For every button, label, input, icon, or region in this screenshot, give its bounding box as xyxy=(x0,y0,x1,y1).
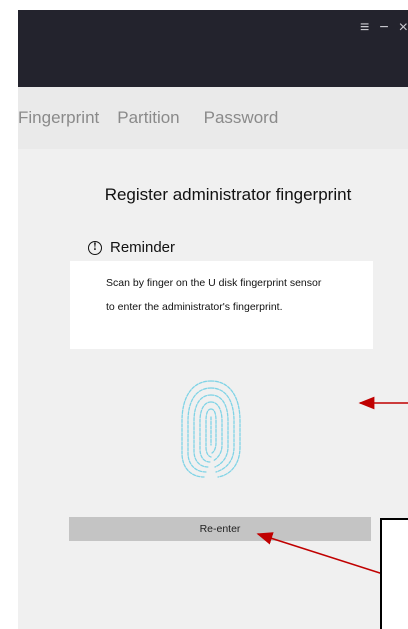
window-controls: ≡ − × xyxy=(360,20,408,36)
reminder-box: Scan by finger on the U disk fingerprint… xyxy=(70,261,373,349)
close-icon[interactable]: × xyxy=(399,20,408,36)
reminder-label: Reminder xyxy=(110,239,176,256)
reminder-text-line-1: Scan by finger on the U disk fingerprint… xyxy=(106,277,322,289)
main-content: Register administrator fingerprint ! Rem… xyxy=(18,149,408,629)
info-circle-icon: ! xyxy=(88,240,102,255)
tab-fingerprint[interactable]: Fingerprint xyxy=(18,108,99,128)
title-bar: ≡ − × xyxy=(18,10,408,87)
page-title: Register administrator fingerprint xyxy=(104,185,352,204)
reminder-text-line-2: to enter the administrator's fingerprint… xyxy=(106,301,283,313)
app-window: ≡ − × Fingerprint Partition Password Reg… xyxy=(18,10,408,629)
menu-icon[interactable]: ≡ xyxy=(360,20,369,36)
fingerprint-icon xyxy=(181,380,241,478)
tab-password[interactable]: Password xyxy=(204,108,279,128)
re-enter-button[interactable]: Re-enter xyxy=(69,517,371,541)
tab-partition[interactable]: Partition xyxy=(117,108,179,128)
tab-bar: Fingerprint Partition Password xyxy=(18,87,408,149)
minimize-icon[interactable]: − xyxy=(379,20,388,36)
screenshot-page: ≡ − × Fingerprint Partition Password Reg… xyxy=(0,0,408,629)
reminder-heading: ! Reminder xyxy=(88,239,175,256)
annotation-callout-box xyxy=(380,518,408,629)
